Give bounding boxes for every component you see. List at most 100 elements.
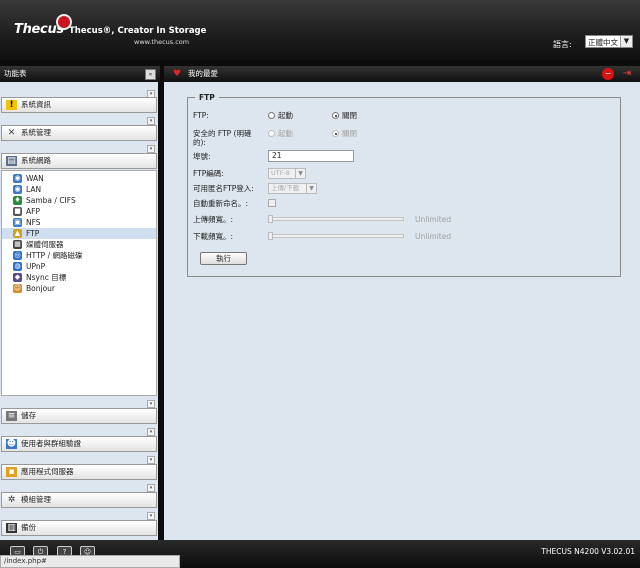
item-label: UPnP	[26, 262, 46, 271]
sidebar-section-system-info[interactable]: ! 系統資訊	[1, 97, 157, 113]
info-icon: !	[6, 100, 17, 110]
chevron-down-icon: ▼	[620, 36, 632, 47]
download-slider-handle[interactable]	[268, 232, 273, 240]
sidebar-section-backup[interactable]: ▥ 備份	[1, 520, 157, 536]
scroll-arrow-icon[interactable]: ▾	[147, 400, 155, 408]
heart-icon: ♥	[173, 69, 182, 79]
ftp-icon: ▲	[13, 229, 22, 238]
backup-icon: ▥	[6, 523, 17, 533]
scroll-arrow-icon[interactable]: ▾	[147, 145, 155, 153]
scroll-arrow-icon[interactable]: ▾	[147, 428, 155, 436]
sidebar-section-system-network[interactable]: ▤ 系統網路	[1, 153, 157, 169]
sidebar-item-nfs[interactable]: ▣ NFS	[2, 217, 156, 228]
sidebar-section-app-server[interactable]: ▪ 應用程式伺服器	[1, 464, 157, 480]
item-label: Bonjour	[26, 284, 55, 293]
sidebar-title: 功能表	[4, 69, 27, 78]
sidebar-header: 功能表 «	[0, 66, 160, 82]
scroll-arrow-icon[interactable]: ▾	[147, 456, 155, 464]
bonjour-icon: ☺	[13, 284, 22, 293]
sidebar-item-bonjour[interactable]: ☺ Bonjour	[2, 283, 156, 294]
secure-ftp-label: 安全的 FTP (明確的):	[193, 129, 252, 147]
port-value: 21	[272, 151, 282, 160]
logout-icon[interactable]: ⇥	[621, 68, 633, 80]
sidebar-item-lan[interactable]: ◉ LAN	[2, 184, 156, 195]
encoding-select[interactable]: UTF-8 ▼	[268, 168, 306, 179]
collapse-sidebar-icon[interactable]: «	[145, 69, 156, 80]
section-label: 系統管理	[21, 128, 51, 137]
sidebar-item-afp[interactable]: ■ AFP	[2, 206, 156, 217]
scroll-arrow-icon[interactable]: ▾	[147, 117, 155, 125]
anonymous-login-select[interactable]: 上傳/下載 ▼	[268, 183, 317, 194]
main-title: 我的最愛	[188, 69, 218, 78]
apply-button[interactable]: 執行	[200, 252, 247, 265]
ftp-label: FTP:	[193, 111, 209, 120]
secure-ftp-enable-label: 起動	[278, 129, 293, 138]
main-header: ♥ 我的最愛 − ⇥	[164, 66, 640, 82]
chevron-down-icon: ▼	[295, 169, 305, 178]
language-value: 正體中文	[588, 38, 618, 47]
sidebar-item-http[interactable]: ◎ HTTP / 網路磁碟	[2, 250, 156, 261]
upload-bandwidth-slider[interactable]	[268, 217, 404, 221]
auto-rename-checkbox[interactable]	[268, 199, 276, 207]
app-server-icon: ▪	[6, 467, 17, 477]
sidebar-item-wan[interactable]: ◉ WAN	[2, 173, 156, 184]
media-server-icon: ▦	[13, 240, 22, 249]
upload-slider-handle[interactable]	[268, 215, 273, 223]
lan-icon: ◉	[13, 185, 22, 194]
secure-ftp-disable-label: 關閉	[342, 129, 357, 138]
nfs-icon: ▣	[13, 218, 22, 227]
item-label: LAN	[26, 185, 42, 194]
main-panel: FTP FTP: 起動 關閉 安全的 FTP (明確的): 起動 關閉 埠號: …	[164, 82, 640, 540]
sidebar-section-system-admin[interactable]: ✕ 系統管理	[1, 125, 157, 141]
item-label: Nsync 目標	[26, 273, 67, 282]
anonymous-login-label: 可用匿名FTP登入:	[193, 184, 254, 193]
ftp-enable-label: 起動	[278, 111, 293, 120]
remove-favorite-icon[interactable]: −	[602, 68, 614, 80]
fieldset-legend: FTP	[195, 93, 219, 102]
item-label: NFS	[26, 218, 41, 227]
ftp-enable-radio[interactable]	[268, 112, 275, 119]
sidebar-item-ftp[interactable]: ▲ FTP	[2, 228, 156, 239]
section-label: 使用者與群組驗證	[21, 439, 81, 448]
port-input[interactable]: 21	[268, 150, 354, 162]
tagline: Thecus®, Creator In Storage	[69, 26, 207, 36]
sidebar-item-media-server[interactable]: ▦ 媒體伺服器	[2, 239, 156, 250]
sidebar-section-storage[interactable]: ≡ 儲存	[1, 408, 157, 424]
item-label: 媒體伺服器	[26, 240, 64, 249]
sidebar-item-nsync[interactable]: ◆ Nsync 目標	[2, 272, 156, 283]
nsync-icon: ◆	[13, 273, 22, 282]
section-label: 備份	[21, 523, 36, 532]
sidebar-section-modules[interactable]: ✲ 模組管理	[1, 492, 157, 508]
download-bandwidth-slider[interactable]	[268, 234, 404, 238]
item-label: HTTP / 網路磁碟	[26, 251, 83, 260]
download-bandwidth-value: Unlimited	[415, 232, 452, 241]
scroll-arrow-icon[interactable]: ▾	[147, 484, 155, 492]
item-label: Samba / CIFS	[26, 196, 76, 205]
sidebar-item-upnp[interactable]: ◍ UPnP	[2, 261, 156, 272]
storage-icon: ≡	[6, 411, 17, 421]
upload-bandwidth-label: 上傳頻寬。:	[193, 215, 234, 224]
users-icon: ☻	[6, 439, 17, 449]
encoding-label: FTP編碼:	[193, 169, 224, 178]
upload-bandwidth-value: Unlimited	[415, 215, 452, 224]
network-icon: ▤	[6, 156, 17, 166]
samba-icon: ♦	[13, 196, 22, 205]
sidebar-item-samba[interactable]: ♦ Samba / CIFS	[2, 195, 156, 206]
language-select[interactable]: 正體中文 ▼	[585, 35, 633, 48]
scroll-arrow-icon[interactable]: ▾	[147, 512, 155, 520]
upnp-icon: ◍	[13, 262, 22, 271]
anonymous-login-value: 上傳/下載	[271, 184, 300, 192]
item-label: FTP	[26, 229, 40, 238]
afp-icon: ■	[13, 207, 22, 216]
encoding-value: UTF-8	[271, 169, 290, 177]
secure-ftp-disable-radio[interactable]	[332, 130, 339, 137]
sidebar-section-users[interactable]: ☻ 使用者與群組驗證	[1, 436, 157, 452]
secure-ftp-enable-radio[interactable]	[268, 130, 275, 137]
download-bandwidth-label: 下載頻寬。:	[193, 232, 234, 241]
chevron-down-icon: ▼	[306, 184, 316, 193]
top-header: Thecus Thecus®, Creator In Storage www.t…	[0, 0, 640, 60]
sidebar: ▾ ! 系統資訊 ▾ ✕ 系統管理 ▾ ▤ 系統網路 ◉ WAN ◉ LAN ♦…	[0, 82, 160, 540]
ftp-disable-radio[interactable]	[332, 112, 339, 119]
ftp-disable-label: 關閉	[342, 111, 357, 120]
section-label: 系統網路	[21, 156, 51, 165]
